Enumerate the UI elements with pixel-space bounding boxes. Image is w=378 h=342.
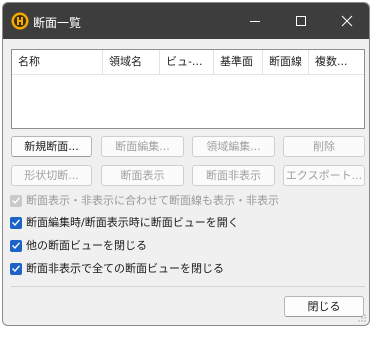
option-label: 断面編集時/断面表示時に断面ビューを開く — [26, 216, 239, 229]
edit-section-button[interactable]: 断面編集... — [101, 136, 184, 157]
window-title: 断面一覧 — [33, 16, 82, 30]
delete-button[interactable]: 削除 — [283, 136, 365, 157]
column-header-multiple[interactable]: 複数... — [309, 50, 364, 74]
minimize-icon — [250, 21, 260, 22]
close-window-button[interactable] — [324, 3, 369, 39]
column-header-view[interactable]: ビュ-... — [160, 50, 214, 74]
show-section-button[interactable]: 断面表示 — [101, 165, 184, 186]
divider — [11, 286, 365, 287]
section-list[interactable]: 名称 領域名 ビュ-... 基準面 断面線 複数... — [11, 49, 365, 129]
column-header-reference-plane[interactable]: 基準面 — [214, 50, 263, 74]
section-list-dialog: 断面一覧 名称 領域名 ビュ-... 基準面 断面線 複数... 新規断面...… — [2, 2, 370, 326]
title-bar[interactable]: 断面一覧 — [3, 3, 369, 39]
list-header: 名称 領域名 ビュ-... 基準面 断面線 複数... — [12, 50, 364, 75]
column-header-region[interactable]: 領域名 — [103, 50, 160, 74]
app-logo-icon — [11, 12, 29, 30]
column-header-section-line[interactable]: 断面線 — [263, 50, 309, 74]
shape-cut-button[interactable]: 形状切断... — [11, 165, 92, 186]
option-label: 断面非表示で全ての断面ビューを閉じる — [26, 262, 224, 275]
export-button[interactable]: エクスポート... — [283, 165, 365, 186]
option-label: 他の断面ビューを閉じる — [26, 239, 147, 252]
maximize-icon — [296, 16, 306, 26]
minimize-button[interactable] — [232, 3, 278, 39]
resize-grip-icon[interactable] — [358, 314, 366, 322]
option-label: 断面表示・非表示に合わせて断面線も表示・非表示 — [26, 194, 279, 207]
maximize-button[interactable] — [278, 3, 324, 39]
new-section-button[interactable]: 新規断面... — [11, 136, 92, 157]
checkmark-icon — [12, 197, 20, 204]
checkmark-icon — [12, 219, 20, 226]
hide-section-button[interactable]: 断面非表示 — [192, 165, 275, 186]
close-icon — [341, 15, 353, 27]
checkmark-icon — [12, 265, 20, 272]
checkmark-icon — [12, 242, 20, 249]
edit-region-button[interactable]: 領域編集... — [192, 136, 275, 157]
close-button[interactable]: 閉じる — [284, 296, 364, 317]
column-header-name[interactable]: 名称 — [12, 50, 103, 74]
